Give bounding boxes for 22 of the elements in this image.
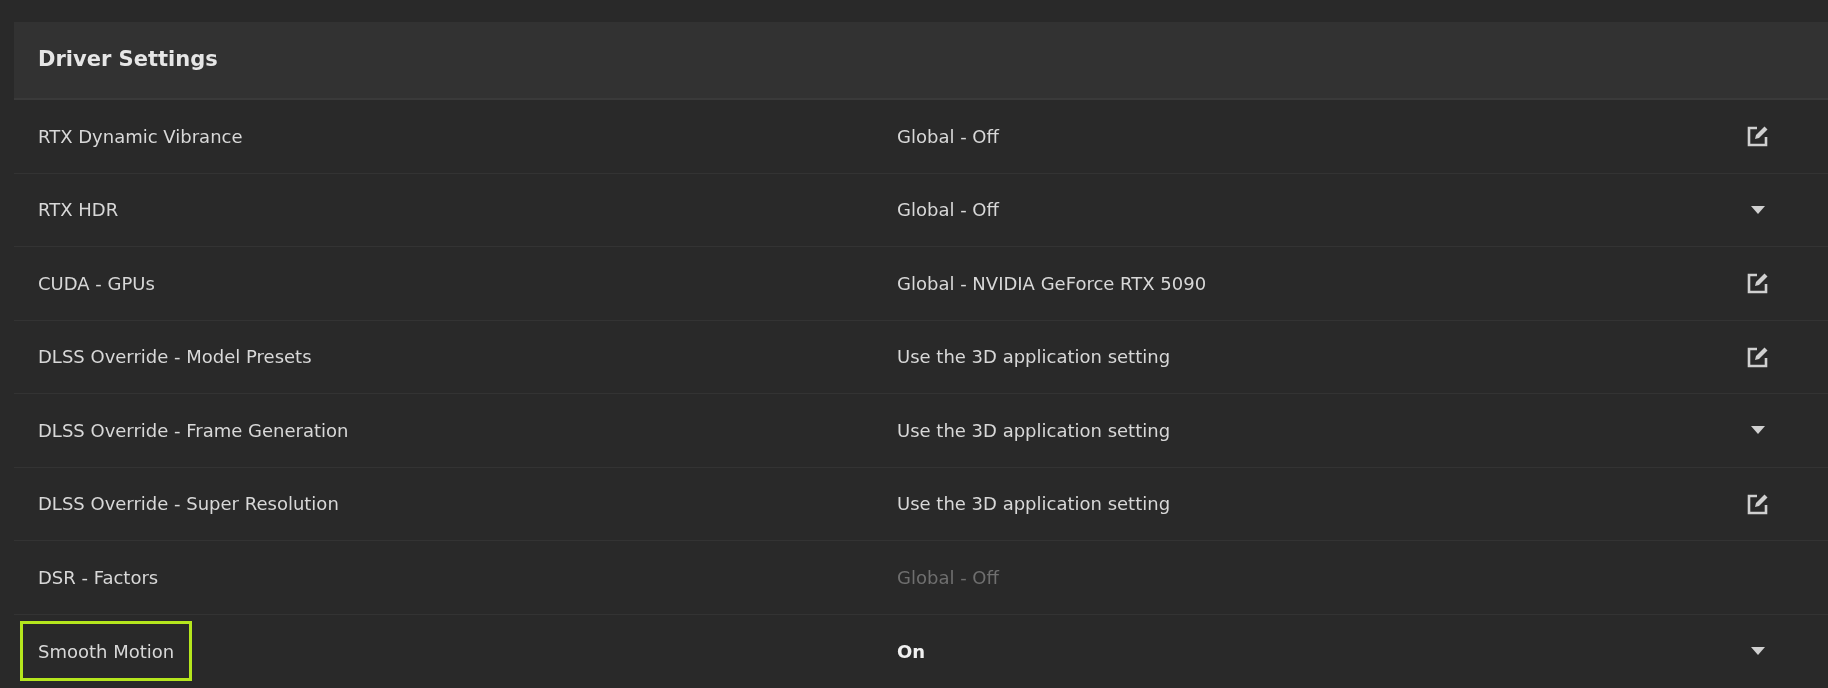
setting-value: Use the 3D application setting: [897, 418, 1172, 443]
setting-value: Global - Off: [897, 565, 1001, 590]
setting-label: Smooth Motion: [20, 621, 193, 682]
edit-icon[interactable]: [1746, 271, 1770, 296]
caret-icon[interactable]: [1751, 426, 1765, 435]
caret-icon[interactable]: [1751, 647, 1765, 656]
edit-icon[interactable]: [1746, 124, 1770, 149]
setting-label: DSR - Factors: [37, 565, 160, 590]
setting-value: Global - Off: [897, 124, 1001, 149]
setting-value: Use the 3D application setting: [897, 345, 1172, 370]
setting-label: DLSS Override - Super Resolution: [37, 492, 340, 517]
setting-value: Global - Off: [897, 198, 1001, 223]
section-title: Driver Settings: [38, 46, 218, 74]
setting-label: DLSS Override - Frame Generation: [37, 418, 350, 443]
setting-value: Use the 3D application setting: [897, 492, 1172, 517]
caret-icon[interactable]: [1751, 205, 1765, 214]
setting-label: DLSS Override - Model Presets: [37, 345, 313, 370]
setting-label: CUDA - GPUs: [37, 271, 156, 296]
setting-value: Global - NVIDIA GeForce RTX 5090: [897, 271, 1208, 296]
setting-label: RTX Dynamic Vibrance: [37, 124, 244, 149]
setting-label: RTX HDR: [37, 198, 120, 223]
setting-value: On: [897, 639, 927, 664]
